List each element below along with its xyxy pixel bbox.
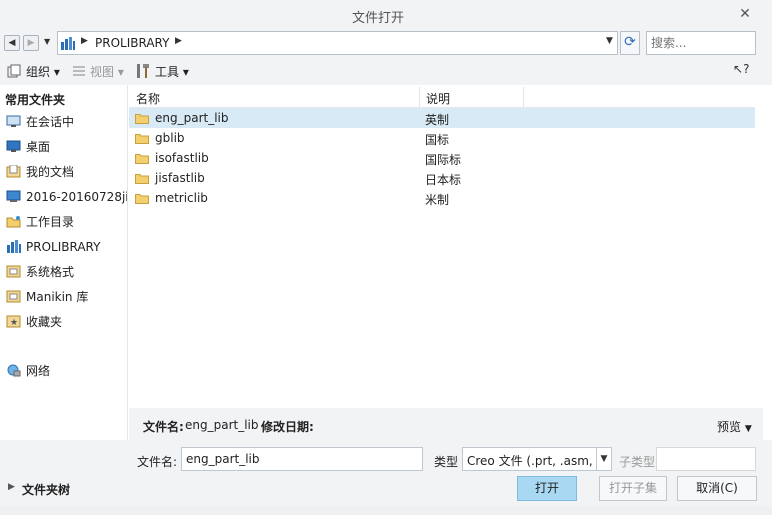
- chevron-right-icon[interactable]: ▶: [175, 36, 182, 46]
- tools-label: 工具: [155, 65, 180, 79]
- column-separator[interactable]: [419, 87, 420, 108]
- info-filename-value: eng_part_lib: [185, 418, 259, 432]
- organize-menu[interactable]: 组织 ▾: [26, 63, 60, 81]
- sidebar-item-computer[interactable]: 2016-20160728ji: [0, 186, 127, 208]
- file-name[interactable]: metriclib: [155, 191, 208, 205]
- filename-field[interactable]: [181, 447, 423, 471]
- sidebar-item-favorites[interactable]: ★ 收藏夹: [0, 311, 127, 333]
- desktop-icon: [6, 140, 21, 152]
- cancel-button[interactable]: 取消(C): [677, 476, 757, 501]
- sidebar-item-label: Manikin 库: [26, 290, 89, 304]
- sidebar-item-label: 桌面: [26, 140, 51, 154]
- column-header-description[interactable]: 说明: [426, 90, 450, 107]
- preview-toggle[interactable]: 预览 ▼: [717, 418, 752, 435]
- file-description: 英制: [425, 113, 450, 127]
- subtype-select[interactable]: [656, 447, 756, 471]
- sidebar-item-in-session[interactable]: 在会话中: [0, 111, 127, 133]
- file-description: 日本标: [425, 173, 462, 187]
- organize-label: 组织: [26, 65, 51, 79]
- sidebar-item-desktop[interactable]: 桌面: [0, 136, 127, 158]
- computer-icon: [6, 190, 21, 202]
- address-path[interactable]: PROLIBRARY: [95, 36, 169, 50]
- sidebar-item-label: 2016-20160728ji: [26, 190, 127, 204]
- sidebar-item-working-directory[interactable]: 工作目录: [0, 211, 127, 233]
- column-header-name[interactable]: 名称: [136, 90, 160, 107]
- library-icon: [7, 240, 21, 253]
- folder-icon: [135, 114, 149, 124]
- forward-button[interactable]: ▶: [23, 35, 39, 51]
- file-name[interactable]: eng_part_lib: [155, 111, 229, 125]
- tools-icon: [137, 64, 149, 78]
- sidebar-item-label: PROLIBRARY: [26, 240, 101, 254]
- bottom-strip: [0, 506, 772, 515]
- search-input[interactable]: [646, 31, 756, 55]
- tools-menu[interactable]: 工具 ▾: [155, 63, 189, 81]
- back-button[interactable]: ◀: [4, 35, 20, 51]
- address-dropdown-icon[interactable]: ▼: [606, 36, 613, 46]
- sidebar-item-my-documents[interactable]: 我的文档: [0, 161, 127, 183]
- open-representation-button[interactable]: 打开子集: [599, 476, 667, 501]
- folder-tree-toggle[interactable]: 文件夹树: [22, 481, 70, 498]
- history-dropdown-icon[interactable]: ▼: [44, 37, 50, 46]
- expand-arrow-icon[interactable]: ▶: [8, 482, 15, 492]
- subtype-label: 子类型: [619, 455, 656, 469]
- view-icon: [73, 66, 85, 76]
- library-icon: [61, 37, 75, 50]
- sidebar-item-label: 系统格式: [26, 265, 75, 279]
- sidebar-divider: [127, 85, 128, 478]
- file-name[interactable]: isofastlib: [155, 151, 209, 165]
- manikin-icon: [6, 290, 21, 303]
- favorites-icon: ★: [6, 315, 21, 328]
- folder-icon: [135, 134, 149, 144]
- preview-label: 预览: [717, 420, 742, 434]
- system-format-icon: [6, 265, 21, 278]
- filename-field-label: 文件名:: [137, 455, 178, 469]
- svg-text:★: ★: [10, 318, 18, 328]
- file-name[interactable]: jisfastlib: [155, 171, 205, 185]
- sidebar-item-label: 在会话中: [26, 115, 75, 129]
- sidebar-item-label: 收藏夹: [26, 315, 63, 329]
- sidebar-item-prolibrary[interactable]: PROLIBRARY: [0, 236, 127, 258]
- sidebar-item-system-formats[interactable]: 系统格式: [0, 261, 127, 283]
- monitor-icon: [6, 115, 21, 127]
- file-type-select[interactable]: Creo 文件 (.prt, .asm,: [462, 447, 612, 471]
- sidebar-item-network[interactable]: 网络: [0, 360, 127, 382]
- file-description: 国标: [425, 133, 450, 147]
- help-cursor-icon[interactable]: ↖?: [733, 62, 749, 76]
- sidebar-item-label: 我的文档: [26, 165, 75, 179]
- view-menu[interactable]: 视图 ▾: [90, 63, 124, 81]
- sidebar-item-manikin-library[interactable]: Manikin 库: [0, 286, 127, 308]
- folder-icon: [135, 154, 149, 164]
- network-icon: [7, 364, 21, 377]
- documents-icon: [6, 165, 21, 178]
- organize-icon: [7, 64, 21, 78]
- scrollbar-track[interactable]: [755, 85, 763, 408]
- info-modified-label: 修改日期:: [261, 420, 314, 434]
- close-icon[interactable]: ✕: [735, 5, 755, 23]
- chevron-down-icon: ▼: [744, 424, 752, 434]
- open-button[interactable]: 打开: [517, 476, 577, 501]
- chevron-down-icon[interactable]: ▼: [596, 448, 611, 470]
- refresh-button[interactable]: ⟳: [620, 31, 640, 55]
- column-separator[interactable]: [523, 87, 524, 108]
- type-label: 类型: [434, 455, 459, 469]
- folder-icon: [135, 174, 149, 184]
- sidebar-heading: 常用文件夹: [5, 93, 66, 107]
- sidebar-item-label: 工作目录: [26, 215, 75, 229]
- view-label: 视图: [90, 65, 115, 79]
- file-name[interactable]: gblib: [155, 131, 185, 145]
- info-filename-label: 文件名:: [143, 420, 184, 434]
- workdir-folder-icon: [6, 216, 21, 228]
- folder-icon: [135, 194, 149, 204]
- chevron-right-icon[interactable]: ▶: [81, 36, 88, 46]
- file-description: 国际标: [425, 153, 462, 167]
- file-description: 米制: [425, 193, 450, 207]
- window-title: 文件打开: [351, 11, 404, 26]
- sidebar-item-label: 网络: [26, 364, 51, 378]
